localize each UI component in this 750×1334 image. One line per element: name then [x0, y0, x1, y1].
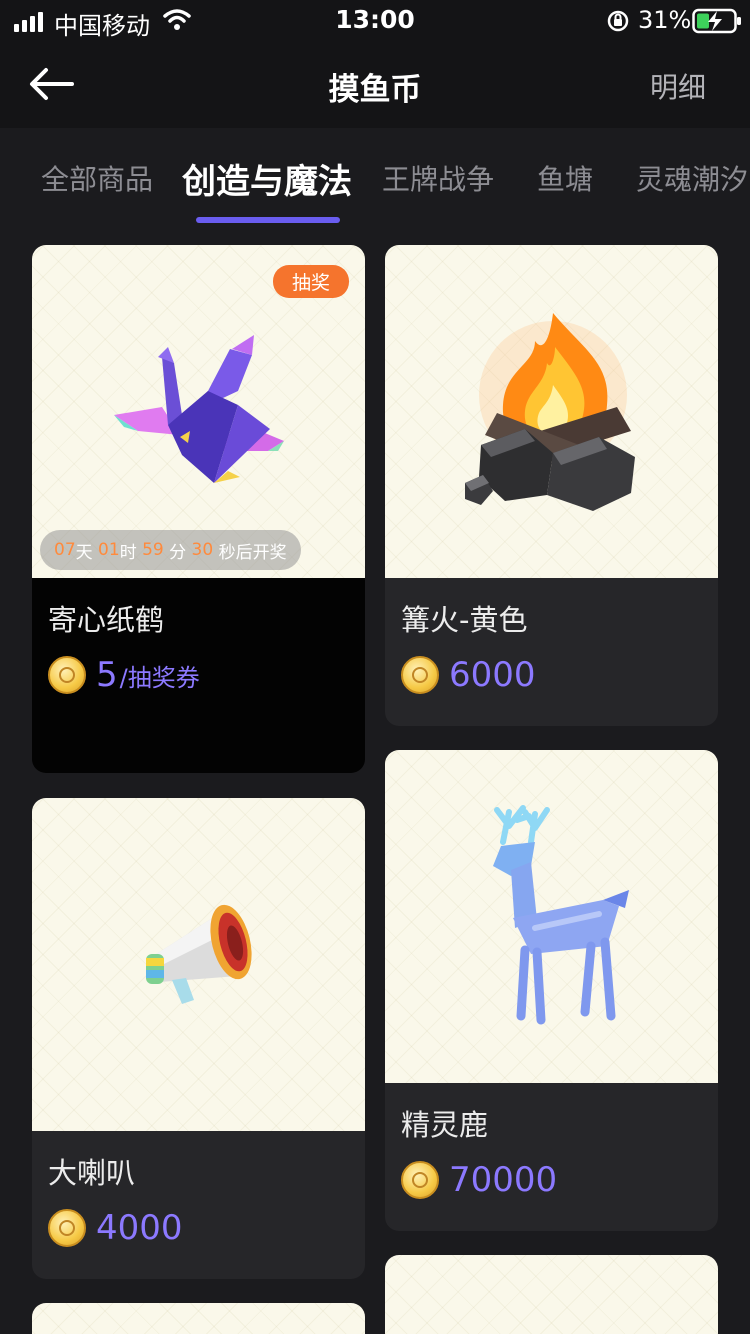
coin-icon: [401, 656, 439, 694]
campfire-icon: [465, 313, 635, 511]
coin-icon: [401, 1161, 439, 1199]
lottery-badge: 抽奖: [272, 265, 349, 298]
rotation-lock-icon: [607, 10, 629, 32]
coin-icon: [48, 1209, 86, 1247]
product-image: [385, 245, 718, 578]
product-price: 4000: [48, 1208, 183, 1248]
product-grid: 抽奖 07 天 01 时 59 分 30 秒后开奖 寄心纸鹤 5/抽奖券 篝火-…: [0, 232, 750, 1334]
product-name: 精灵鹿: [401, 1108, 489, 1142]
tab-fish-pond[interactable]: 鱼塘: [537, 158, 593, 198]
product-card[interactable]: [32, 1303, 365, 1334]
detail-link[interactable]: 明细: [650, 66, 706, 106]
price-value: 70000: [449, 1160, 558, 1200]
product-price: 6000: [401, 655, 536, 695]
price-unit: /抽奖券: [119, 663, 200, 692]
product-card[interactable]: [385, 1255, 718, 1334]
product-card[interactable]: 篝火-黄色 6000: [385, 245, 718, 726]
product-name: 寄心纸鹤: [48, 603, 165, 637]
price-value: 6000: [449, 655, 536, 695]
product-price: 70000: [401, 1160, 557, 1200]
page-title: 摸鱼币: [328, 72, 422, 108]
product-image: [32, 1303, 365, 1334]
category-tabs: 全部商品 创造与魔法 王牌战争 鱼塘 灵魂潮汐: [0, 128, 750, 232]
tab-creation-and-magic[interactable]: 创造与魔法: [182, 154, 352, 203]
nav-bar: 摸鱼币 明细: [0, 44, 750, 128]
product-image: [385, 750, 718, 1083]
product-card[interactable]: 大喇叭 4000: [32, 798, 365, 1279]
spirit-deer-icon: [493, 805, 629, 1025]
status-bar: 中国移动 13:00 31%: [0, 0, 750, 44]
product-name: 大喇叭: [48, 1156, 136, 1190]
tab-ace-war[interactable]: 王牌战争: [382, 158, 494, 198]
active-tab-indicator: [196, 217, 340, 223]
price-value: 4000: [96, 1208, 183, 1248]
price-value: 5: [96, 655, 118, 695]
product-image: [385, 1255, 718, 1334]
tab-soul-tide[interactable]: 灵魂潮汐: [636, 158, 748, 198]
product-image: 抽奖 07 天 01 时 59 分 30 秒后开奖: [32, 245, 365, 578]
product-price: 5/抽奖券: [48, 655, 200, 695]
product-card[interactable]: 抽奖 07 天 01 时 59 分 30 秒后开奖 寄心纸鹤 5/抽奖券: [32, 245, 365, 773]
lottery-countdown: 07 天 01 时 59 分 30 秒后开奖: [40, 530, 301, 570]
product-name: 篝火-黄色: [401, 603, 528, 637]
coin-icon: [48, 656, 86, 694]
product-image: [32, 798, 365, 1131]
battery-percent: 31%: [638, 6, 692, 34]
battery-charging-icon: [692, 8, 741, 34]
megaphone-icon: [146, 904, 252, 1004]
product-card[interactable]: 精灵鹿 70000: [385, 750, 718, 1231]
tab-all-products[interactable]: 全部商品: [41, 158, 153, 198]
